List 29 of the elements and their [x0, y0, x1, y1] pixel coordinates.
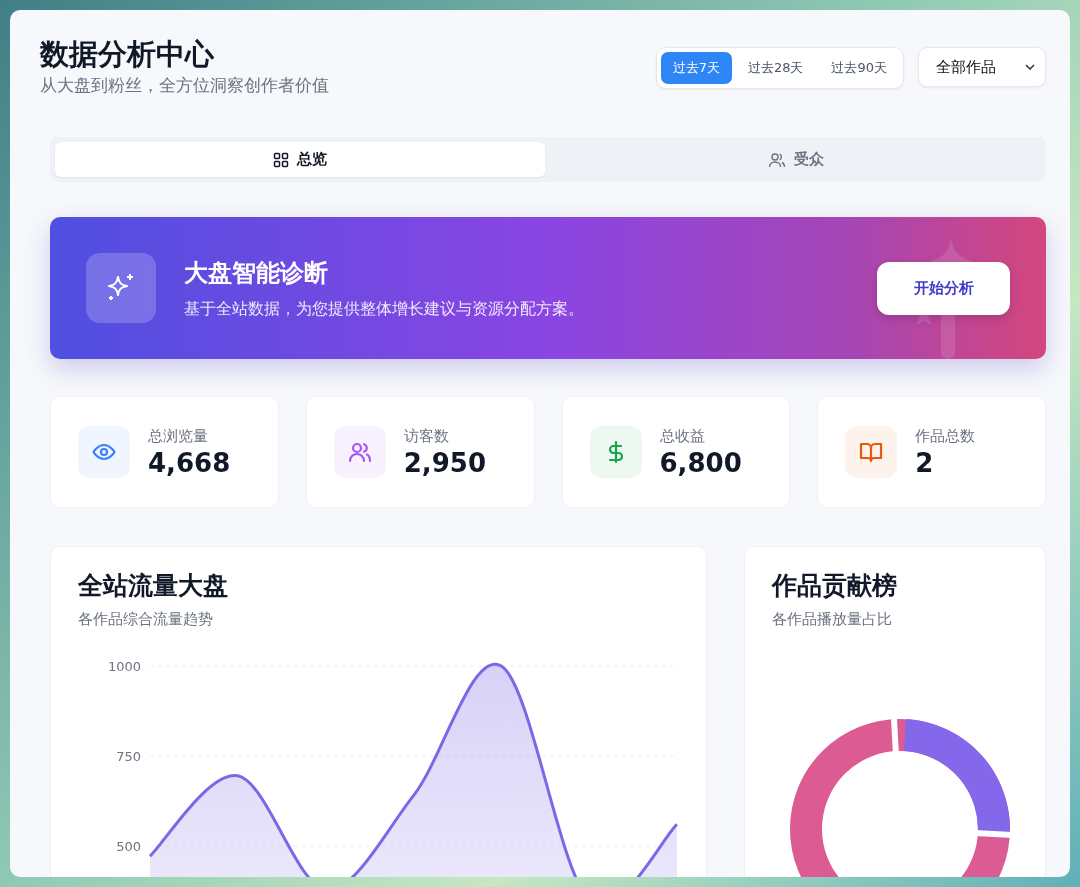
banner-title: 大盘智能诊断 [184, 257, 329, 289]
panel-title: 全站流量大盘 [78, 570, 229, 603]
stat-label: 作品总数 [915, 426, 976, 446]
users-icon [768, 151, 786, 168]
page-title: 数据分析中心 [40, 36, 215, 73]
stat-label: 总收益 [659, 426, 706, 446]
sparkle-icon [86, 253, 156, 324]
page-subtitle: 从大盘到粉丝，全方位洞察创作者价值 [40, 74, 329, 98]
stat-value: 4,668 [148, 447, 231, 478]
works-dropdown[interactable]: 全部作品 [918, 47, 1046, 87]
date-range-option[interactable]: 过去28天 [735, 52, 816, 84]
chevron-down-icon [1025, 64, 1035, 70]
grid-icon [273, 151, 289, 168]
stat-value: 6,800 [659, 447, 742, 478]
date-range-option[interactable]: 过去7天 [660, 52, 732, 84]
stat-label: 总浏览量 [148, 426, 209, 446]
panel-subtitle: 各作品播放量占比 [772, 610, 893, 630]
y-axis-label: 500 [116, 839, 141, 855]
stat-value: 2 [915, 447, 935, 478]
tab[interactable]: 受众 [551, 142, 1041, 178]
tab[interactable]: 总览 [55, 142, 545, 178]
y-axis-label: 1000 [107, 659, 141, 675]
panel-subtitle: 各作品综合流量趋势 [78, 610, 214, 630]
banner-description: 基于全站数据，为您提供整体增长建议与资源分配方案。 [184, 298, 585, 320]
y-axis-label: 750 [116, 749, 141, 765]
stat-value: 2,950 [403, 447, 486, 478]
date-range-option[interactable]: 过去90天 [819, 52, 899, 84]
panel-title: 作品贡献榜 [772, 570, 898, 603]
stat-label: 访客数 [403, 426, 450, 446]
